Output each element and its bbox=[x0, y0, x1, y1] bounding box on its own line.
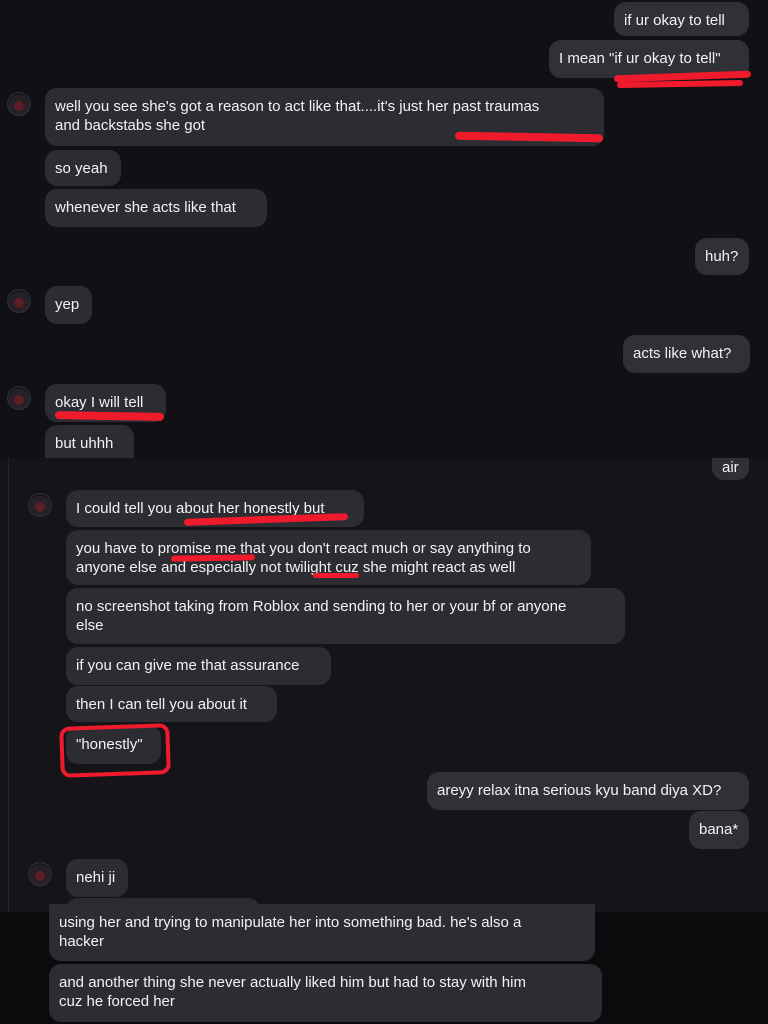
message-text: I mean "if ur okay to tell" bbox=[559, 50, 721, 67]
avatar[interactable] bbox=[28, 862, 52, 886]
avatar[interactable] bbox=[7, 92, 31, 116]
avatar[interactable] bbox=[7, 386, 31, 410]
incoming-message-partially-cropped[interactable]: using her and trying to manipulate her i… bbox=[49, 904, 595, 961]
message-text: nehi ji bbox=[76, 869, 116, 886]
message-text: but uhhh bbox=[55, 435, 114, 452]
message-text-line: you have to promise me that you don't re… bbox=[76, 540, 531, 557]
message-text-line: well you see she's got a reason to act l… bbox=[55, 98, 540, 115]
incoming-message[interactable]: then I can tell you about it bbox=[66, 686, 277, 722]
red-circle-annotation bbox=[59, 723, 171, 778]
message-text: yep bbox=[55, 296, 80, 313]
message-text: then I can tell you about it bbox=[76, 696, 247, 713]
message-text-line: cuz he forced her bbox=[59, 993, 175, 1010]
message-text: if ur okay to tell bbox=[624, 12, 725, 29]
outgoing-message[interactable]: bana* bbox=[689, 811, 749, 849]
incoming-message[interactable]: if you can give me that assurance bbox=[66, 647, 331, 685]
message-text-line: no screenshot taking from Roblox and sen… bbox=[76, 598, 567, 615]
screenshot-edge-divider bbox=[8, 458, 9, 912]
incoming-message[interactable]: yep bbox=[45, 286, 92, 324]
red-underline-annotation bbox=[313, 573, 359, 578]
message-text: whenever she acts like that bbox=[55, 199, 236, 216]
message-text: okay I will tell bbox=[55, 394, 144, 411]
message-text: areyy relax itna serious kyu band diya X… bbox=[437, 782, 722, 799]
incoming-message[interactable]: and another thing she never actually lik… bbox=[49, 964, 602, 1022]
message-text-line: and another thing she never actually lik… bbox=[59, 974, 526, 991]
outgoing-message-partially-cropped[interactable]: air bbox=[712, 458, 749, 480]
outgoing-message[interactable]: areyy relax itna serious kyu band diya X… bbox=[427, 772, 749, 810]
incoming-message[interactable]: whenever she acts like that bbox=[45, 189, 267, 227]
outgoing-message[interactable]: huh? bbox=[695, 238, 749, 275]
message-text: if you can give me that assurance bbox=[76, 657, 300, 674]
message-text-line: else bbox=[76, 617, 104, 634]
avatar[interactable] bbox=[28, 493, 52, 517]
message-text-line: hacker bbox=[59, 933, 105, 950]
avatar[interactable] bbox=[7, 289, 31, 313]
incoming-message[interactable]: so yeah bbox=[45, 150, 121, 186]
message-text-line: using her and trying to manipulate her i… bbox=[59, 914, 522, 931]
incoming-message[interactable]: no screenshot taking from Roblox and sen… bbox=[66, 588, 625, 644]
message-text: so yeah bbox=[55, 160, 108, 177]
message-text: air bbox=[722, 459, 739, 476]
outgoing-message[interactable]: acts like what? bbox=[623, 335, 750, 373]
incoming-message-partially-cropped[interactable]: but uhhh bbox=[45, 425, 134, 458]
message-text: huh? bbox=[705, 248, 739, 265]
message-text: acts like what? bbox=[633, 345, 732, 362]
outgoing-message[interactable]: if ur okay to tell bbox=[614, 2, 749, 36]
message-text: bana* bbox=[699, 821, 739, 838]
incoming-message[interactable]: nehi ji bbox=[66, 859, 128, 897]
